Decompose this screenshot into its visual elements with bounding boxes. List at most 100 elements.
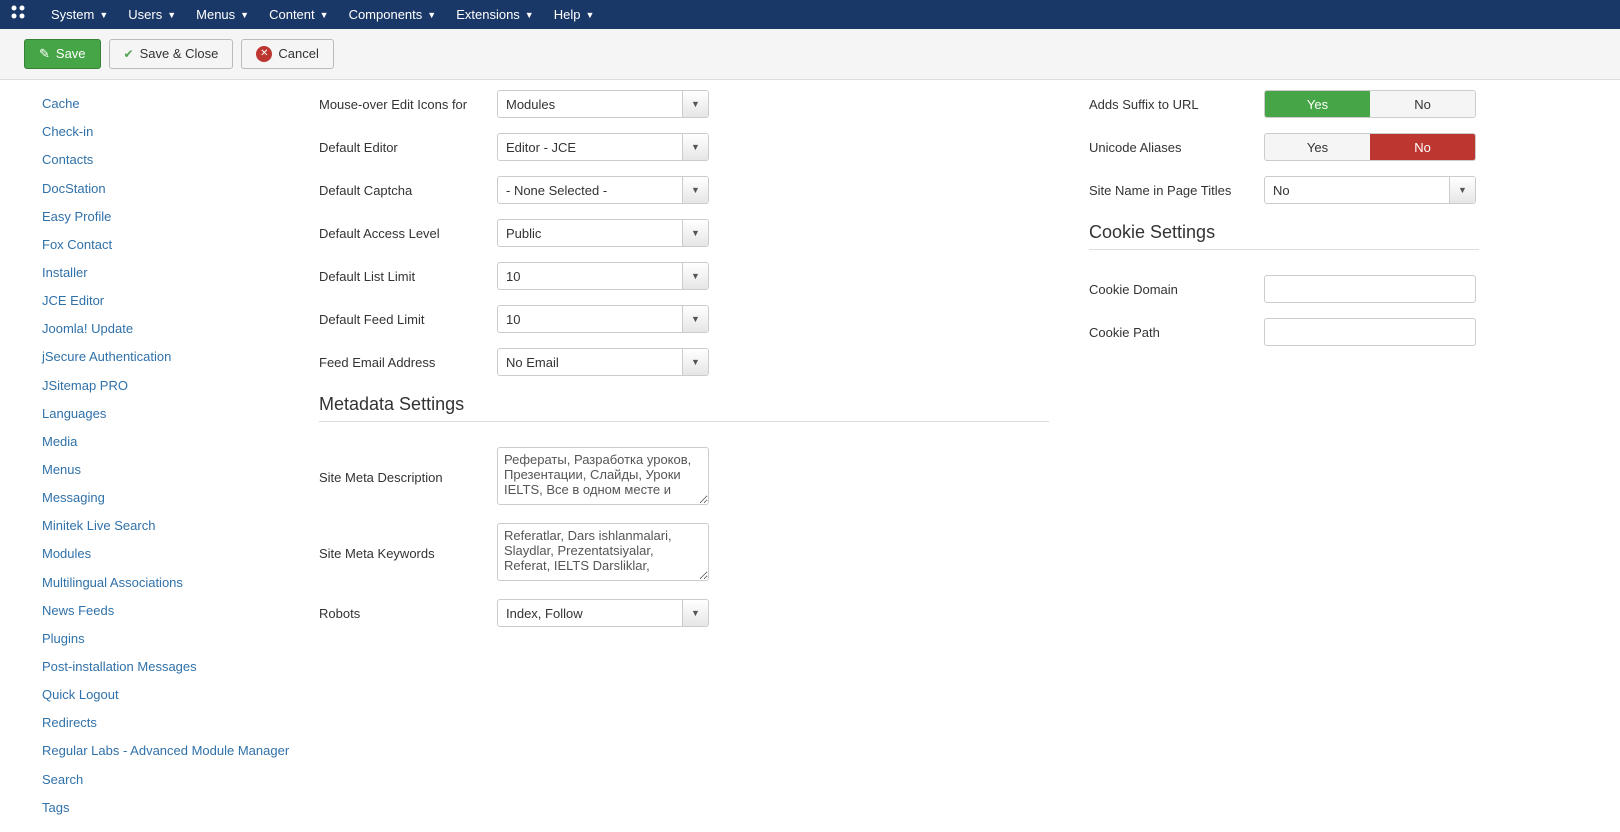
save-close-button[interactable]: ✔ Save & Close [109, 39, 234, 69]
apply-icon: ✎ [39, 45, 50, 63]
sidebar-item[interactable]: Languages [24, 400, 309, 428]
section-divider [1089, 249, 1479, 250]
sidebar-item[interactable]: Joomla! Update [24, 315, 309, 343]
caret-down-icon: ▼ [682, 263, 708, 289]
caret-down-icon: ▼ [682, 306, 708, 332]
caret-down-icon: ▼ [682, 177, 708, 203]
field-select[interactable]: Modules▼ [497, 90, 709, 118]
cookie-domain-label: Cookie Domain [1089, 282, 1264, 297]
field-label: Default Editor [319, 140, 497, 155]
field-select[interactable]: - None Selected -▼ [497, 176, 709, 204]
caret-down-icon: ▼ [525, 10, 534, 20]
cookie-domain-input[interactable] [1264, 275, 1476, 303]
caret-down-icon: ▼ [240, 10, 249, 20]
toggle-yes[interactable]: Yes [1265, 134, 1370, 160]
caret-down-icon: ▼ [99, 10, 108, 20]
menu-menus[interactable]: Menus▼ [186, 7, 259, 22]
field-value: Editor - JCE [498, 134, 682, 160]
field-value: Modules [498, 91, 682, 117]
caret-down-icon: ▼ [427, 10, 436, 20]
sidebar-item[interactable]: jSecure Authentication [24, 343, 309, 371]
caret-down-icon: ▼ [167, 10, 176, 20]
field-select[interactable]: 10▼ [497, 262, 709, 290]
cookie-settings-heading: Cookie Settings [1089, 222, 1479, 243]
field-label: Default Access Level [319, 226, 497, 241]
joomla-logo-icon[interactable] [10, 4, 26, 25]
section-divider [319, 421, 1049, 422]
robots-select[interactable]: Index, Follow ▼ [497, 599, 709, 627]
sidebar-item[interactable]: Messaging [24, 484, 309, 512]
sidebar-item[interactable]: Post-installation Messages [24, 653, 309, 681]
sidebar-item[interactable]: Search [24, 766, 309, 794]
sidebar-item[interactable]: Modules [24, 540, 309, 568]
field-value: Public [498, 220, 682, 246]
caret-down-icon: ▼ [682, 220, 708, 246]
sidebar-item[interactable]: Regular Labs - Advanced Module Manager [24, 737, 309, 765]
sidebar-item[interactable]: News Feeds [24, 597, 309, 625]
toggle-no[interactable]: No [1370, 91, 1475, 117]
sidebar-item[interactable]: Installer [24, 259, 309, 287]
menu-system[interactable]: System▼ [41, 7, 118, 22]
caret-down-icon: ▼ [682, 134, 708, 160]
field-select[interactable]: Editor - JCE▼ [497, 133, 709, 161]
sidebar-item[interactable]: Menus [24, 456, 309, 484]
cancel-label: Cancel [278, 45, 318, 63]
sidebar-item[interactable]: Plugins [24, 625, 309, 653]
save-close-label: Save & Close [140, 45, 219, 63]
sidebar-item[interactable]: JSitemap PRO [24, 372, 309, 400]
sidebar-item[interactable]: Minitek Live Search [24, 512, 309, 540]
sidebar-item[interactable]: Media [24, 428, 309, 456]
sidebar-item[interactable]: JCE Editor [24, 287, 309, 315]
cancel-button[interactable]: ✕ Cancel [241, 39, 333, 69]
adds-suffix-toggle[interactable]: Yes No [1264, 90, 1476, 118]
menu-users[interactable]: Users▼ [118, 7, 186, 22]
toggle-yes[interactable]: Yes [1265, 91, 1370, 117]
sidebar-item[interactable]: Cache [24, 90, 309, 118]
unicode-aliases-label: Unicode Aliases [1089, 140, 1264, 155]
sidebar-item[interactable]: Tags [24, 794, 309, 822]
cookie-path-input[interactable] [1264, 318, 1476, 346]
cancel-icon: ✕ [256, 46, 272, 62]
robots-label: Robots [319, 606, 497, 621]
field-label: Feed Email Address [319, 355, 497, 370]
sidebar-item[interactable]: DocStation [24, 175, 309, 203]
caret-down-icon: ▼ [1449, 177, 1475, 203]
site-meta-keywords-textarea[interactable]: Referatlar, Dars ishlanmalari, Slaydlar,… [497, 523, 709, 581]
cookie-path-label: Cookie Path [1089, 325, 1264, 340]
sidebar-item[interactable]: Fox Contact [24, 231, 309, 259]
site-meta-description-textarea[interactable]: Рефераты, Разработка уроков, Презентации… [497, 447, 709, 505]
check-icon: ✔ [124, 46, 134, 63]
save-label: Save [56, 45, 86, 63]
menu-help[interactable]: Help▼ [544, 7, 605, 22]
field-select[interactable]: 10▼ [497, 305, 709, 333]
save-button[interactable]: ✎ Save [24, 39, 101, 69]
robots-value: Index, Follow [498, 600, 682, 626]
caret-down-icon: ▼ [682, 91, 708, 117]
caret-down-icon: ▼ [682, 600, 708, 626]
field-value: No Email [498, 349, 682, 375]
caret-down-icon: ▼ [585, 10, 594, 20]
sidebar-item[interactable]: Check-in [24, 118, 309, 146]
sidebar-item[interactable]: Contacts [24, 146, 309, 174]
field-value: 10 [498, 263, 682, 289]
menu-components[interactable]: Components▼ [339, 7, 447, 22]
menu-content[interactable]: Content▼ [259, 7, 338, 22]
sidebar-item[interactable]: Redirects [24, 709, 309, 737]
top-menu-bar: System▼ Users▼ Menus▼ Content▼ Component… [0, 0, 1620, 29]
menu-extensions[interactable]: Extensions▼ [446, 7, 544, 22]
toggle-no[interactable]: No [1370, 134, 1475, 160]
field-select[interactable]: No Email▼ [497, 348, 709, 376]
sidebar-item[interactable]: Quick Logout [24, 681, 309, 709]
field-label: Default Feed Limit [319, 312, 497, 327]
unicode-aliases-toggle[interactable]: Yes No [1264, 133, 1476, 161]
sitename-titles-select[interactable]: No ▼ [1264, 176, 1476, 204]
metadata-settings-heading: Metadata Settings [319, 394, 1049, 415]
sidebar-item[interactable]: Easy Profile [24, 203, 309, 231]
field-label: Default List Limit [319, 269, 497, 284]
field-select[interactable]: Public▼ [497, 219, 709, 247]
caret-down-icon: ▼ [682, 349, 708, 375]
component-sidebar: CacheCheck-inContactsDocStationEasy Prof… [24, 90, 319, 822]
sidebar-item[interactable]: Multilingual Associations [24, 569, 309, 597]
field-value: 10 [498, 306, 682, 332]
field-label: Default Captcha [319, 183, 497, 198]
